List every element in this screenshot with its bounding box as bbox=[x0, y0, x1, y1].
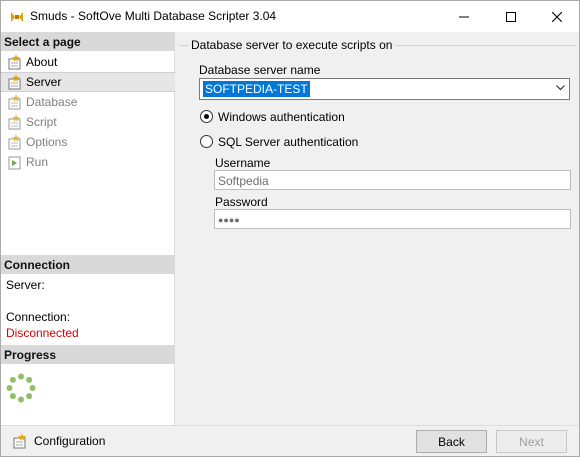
sheet-star-icon bbox=[8, 114, 21, 130]
back-button[interactable]: Back bbox=[416, 430, 487, 453]
select-page-header: Select a page bbox=[1, 32, 175, 51]
password-field[interactable]: ●●●● bbox=[214, 209, 571, 229]
server-label: Server: bbox=[6, 278, 45, 292]
sidebar-item-label: Database bbox=[26, 95, 78, 109]
server-name-label: Database server name bbox=[199, 63, 321, 77]
title-bar: Smuds - SoftOve Multi Database Scripter … bbox=[1, 1, 579, 32]
password-label: Password bbox=[215, 195, 268, 209]
group-title: Database server to execute scripts on bbox=[188, 38, 396, 52]
sidebar-item-label: Server bbox=[26, 75, 62, 89]
sidebar-item-options[interactable]: Options bbox=[1, 132, 175, 152]
sidebar-item-label: Options bbox=[26, 135, 68, 149]
close-button[interactable] bbox=[534, 1, 580, 32]
windows-auth-radio[interactable] bbox=[200, 110, 213, 123]
radio-selected-dot bbox=[204, 114, 209, 119]
sidebar-item-label: Run bbox=[26, 155, 49, 169]
sidebar-item-server[interactable]: Server bbox=[1, 72, 175, 92]
left-panel: Select a page About Server Database Scri… bbox=[1, 32, 175, 425]
sidebar-item-label: Script bbox=[26, 115, 57, 129]
app-window: Smuds - SoftOve Multi Database Scripter … bbox=[0, 0, 580, 457]
minimize-icon bbox=[459, 16, 469, 17]
sheet-star-icon bbox=[8, 74, 21, 90]
connection-status: Disconnected bbox=[6, 326, 79, 340]
sidebar-item-database[interactable]: Database bbox=[1, 92, 175, 112]
username-field[interactable]: Softpedia bbox=[214, 170, 571, 190]
sidebar-item-run[interactable]: Run bbox=[1, 152, 175, 172]
sheet-star-icon bbox=[8, 54, 21, 70]
sql-auth-label[interactable]: SQL Server authentication bbox=[218, 135, 358, 149]
server-name-combobox[interactable]: SOFTPEDIA-TEST bbox=[199, 78, 570, 100]
sheet-star-icon bbox=[8, 134, 21, 150]
progress-header: Progress bbox=[1, 345, 175, 364]
connection-header: Connection bbox=[1, 255, 175, 274]
chevron-down-icon[interactable] bbox=[556, 85, 565, 91]
connection-label: Connection: bbox=[6, 310, 71, 324]
configuration-link[interactable]: Configuration bbox=[34, 434, 105, 448]
close-icon bbox=[552, 11, 562, 22]
server-name-value: SOFTPEDIA-TEST bbox=[203, 81, 310, 97]
maximize-button[interactable] bbox=[488, 1, 534, 32]
sidebar-item-about[interactable]: About bbox=[1, 52, 175, 72]
window-title: Smuds - SoftOve Multi Database Scripter … bbox=[30, 9, 277, 23]
sidebar-item-label: About bbox=[26, 55, 58, 69]
sidebar-item-script[interactable]: Script bbox=[1, 112, 175, 132]
sql-auth-radio[interactable] bbox=[200, 135, 213, 148]
maximize-icon bbox=[506, 11, 516, 22]
progress-spinner-icon bbox=[6, 373, 36, 403]
configuration-icon[interactable] bbox=[13, 433, 29, 449]
windows-auth-label[interactable]: Windows authentication bbox=[218, 110, 345, 124]
next-button[interactable]: Next bbox=[496, 430, 567, 453]
run-sheet-icon bbox=[8, 156, 21, 170]
app-icon bbox=[11, 12, 23, 22]
sheet-star-icon bbox=[8, 94, 21, 110]
footer-bar: Configuration Back Next bbox=[1, 425, 579, 456]
minimize-button[interactable] bbox=[441, 1, 487, 32]
username-label: Username bbox=[215, 156, 271, 170]
